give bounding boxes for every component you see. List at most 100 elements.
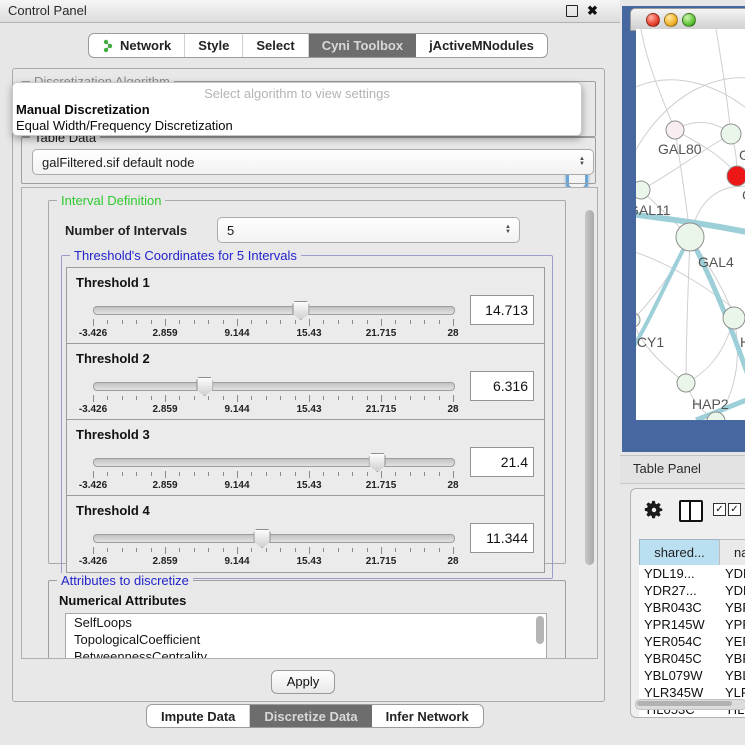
tab-network[interactable]: Network: [89, 34, 185, 57]
threshold-label: Threshold 2: [76, 351, 150, 366]
threshold-value-input[interactable]: [470, 523, 534, 553]
combo-stepper-icon: ▲▼: [579, 157, 585, 167]
column-header-name[interactable]: na: [719, 539, 745, 566]
tab-cyni-toolbox[interactable]: Cyni Toolbox: [309, 34, 416, 57]
slider-thumb[interactable]: [369, 453, 386, 472]
panel-scrollbar-thumb[interactable]: [585, 210, 594, 565]
group-title: Attributes to discretize: [57, 573, 193, 588]
settings-scroll-panel: Interval Definition Number of Intervals …: [21, 187, 598, 659]
table-cell[interactable]: YBR0: [720, 650, 745, 667]
tab-impute-data[interactable]: Impute Data: [147, 705, 250, 727]
dropdown-option-manual[interactable]: Manual Discretization: [13, 102, 581, 118]
table-cell[interactable]: YBL0: [720, 667, 745, 684]
table-cell[interactable]: YPR1: [720, 616, 745, 633]
group-title: Interval Definition: [57, 193, 165, 208]
slider-ticks: [93, 395, 453, 403]
dropdown-option-equal-width[interactable]: Equal Width/Frequency Discretization: [13, 118, 581, 134]
num-intervals-label: Number of Intervals: [65, 223, 187, 238]
network-window-titlebar[interactable]: [630, 8, 745, 31]
threshold-row-4: Threshold 4 -3.4262.8599.14415.4321.7152…: [66, 495, 545, 573]
table-cell[interactable]: YBL079W: [639, 667, 724, 684]
tab-label: Style: [198, 38, 229, 53]
threshold-slider[interactable]: -3.4262.8599.14415.4321.71528: [93, 530, 453, 566]
node-table: shared... na YDL19... YDL1 YDR27... YDR2…: [639, 539, 745, 717]
table-cell[interactable]: YBR0: [720, 599, 745, 616]
list-item[interactable]: BetweennessCentrality: [66, 648, 546, 659]
list-scrollbar-thumb[interactable]: [536, 616, 544, 644]
network-node-hap2[interactable]: [677, 374, 695, 392]
bottom-tabbar: Impute Data Discretize Data Infer Networ…: [146, 704, 484, 728]
column-header-shared-name[interactable]: shared...: [639, 539, 720, 566]
slider-tick-labels: -3.4262.8599.14415.4321.71528: [93, 556, 453, 567]
slider-thumb[interactable]: [254, 529, 271, 548]
network-canvas[interactable]: GAL80 GAL11 GAL4 GCY1 HAP2 H G C: [636, 29, 745, 420]
slider-ticks: [93, 319, 453, 327]
table-cell[interactable]: YDL1: [720, 565, 745, 582]
apply-button[interactable]: Apply: [271, 670, 335, 694]
num-intervals-combobox[interactable]: 5 ▲▼: [217, 217, 520, 243]
table-panel-titlebar: Table Panel: [620, 455, 745, 484]
float-window-icon[interactable]: [566, 5, 578, 17]
close-icon[interactable]: ✖: [587, 2, 598, 20]
slider-track[interactable]: [93, 382, 455, 391]
slider-thumb[interactable]: [292, 301, 309, 320]
table-cell[interactable]: YER054C: [639, 633, 724, 650]
network-node-h[interactable]: [723, 307, 745, 329]
table-cell[interactable]: YPR145W: [639, 616, 724, 633]
table-cell[interactable]: YDL19...: [639, 565, 724, 582]
network-node[interactable]: [721, 124, 741, 144]
slider-track[interactable]: [93, 306, 455, 315]
tab-select[interactable]: Select: [243, 34, 308, 57]
table-cell[interactable]: YBR043C: [639, 599, 724, 616]
threshold-value-input[interactable]: [470, 295, 534, 325]
table-cell[interactable]: YER0: [720, 633, 745, 650]
split-view-icon[interactable]: [679, 500, 703, 522]
list-item[interactable]: TopologicalCoefficient: [66, 631, 546, 648]
gear-icon[interactable]: [643, 499, 665, 521]
minimize-traffic-light[interactable]: [664, 13, 678, 27]
slider-ticks: [93, 547, 453, 555]
threshold-slider[interactable]: -3.4262.8599.14415.4321.71528: [93, 302, 453, 338]
attributes-group: Attributes to discretize Numerical Attri…: [48, 580, 566, 659]
list-item[interactable]: SelfLoops: [66, 614, 546, 631]
table-cell[interactable]: YDR27...: [639, 582, 724, 599]
cyni-toolbox-panel: Discretization Algorithm Table Data galF…: [12, 68, 605, 702]
network-node-gcy1[interactable]: [636, 313, 640, 327]
slider-track[interactable]: [93, 458, 455, 467]
slider-track[interactable]: [93, 534, 455, 543]
zoom-traffic-light[interactable]: [682, 13, 696, 27]
network-node-gal4[interactable]: [676, 223, 704, 251]
table-panel: ✓ ✓ shared... na YDL19... YDL1 YDR27... …: [630, 488, 745, 718]
checkbox-icon[interactable]: ✓: [713, 503, 726, 516]
network-node-gal80[interactable]: [666, 121, 684, 139]
threshold-value-input[interactable]: [470, 371, 534, 401]
network-node-gal11[interactable]: [636, 181, 650, 199]
threshold-slider[interactable]: -3.4262.8599.14415.4321.71528: [93, 454, 453, 490]
close-traffic-light[interactable]: [646, 13, 660, 27]
control-panel-titlebar: Control Panel ✖: [0, 0, 620, 23]
node-label: GAL80: [658, 141, 702, 157]
interval-definition-group: Interval Definition Number of Intervals …: [48, 200, 566, 564]
num-intervals-value: 5: [227, 223, 234, 238]
slider-tick-labels: -3.4262.8599.14415.4321.71528: [93, 480, 453, 491]
tab-label: Network: [120, 38, 171, 53]
network-window: GAL80 GAL11 GAL4 GCY1 HAP2 H G C: [622, 6, 745, 452]
threshold-slider[interactable]: -3.4262.8599.14415.4321.71528: [93, 378, 453, 414]
tab-jactivemnodules[interactable]: jActiveMNodules: [416, 34, 547, 57]
table-data-combobox[interactable]: galFiltered.sif default node ▲▼: [32, 149, 594, 175]
table-toolbar: ✓ ✓: [631, 489, 745, 533]
table-cell[interactable]: YDR2: [720, 582, 745, 599]
node-label: GCY1: [636, 334, 664, 350]
table-horizontal-scrollbar[interactable]: [635, 699, 745, 710]
tab-style[interactable]: Style: [185, 34, 243, 57]
tab-discretize-data[interactable]: Discretize Data: [250, 705, 371, 727]
network-node-selected[interactable]: [727, 166, 745, 186]
threshold-label: Threshold 4: [76, 503, 150, 518]
checkbox-icon[interactable]: ✓: [728, 503, 741, 516]
node-label: HAP2: [692, 396, 729, 412]
tab-label: Select: [256, 38, 294, 53]
slider-thumb[interactable]: [196, 377, 213, 396]
threshold-value-input[interactable]: [470, 447, 534, 477]
table-cell[interactable]: YBR045C: [639, 650, 724, 667]
tab-infer-network[interactable]: Infer Network: [372, 705, 483, 727]
